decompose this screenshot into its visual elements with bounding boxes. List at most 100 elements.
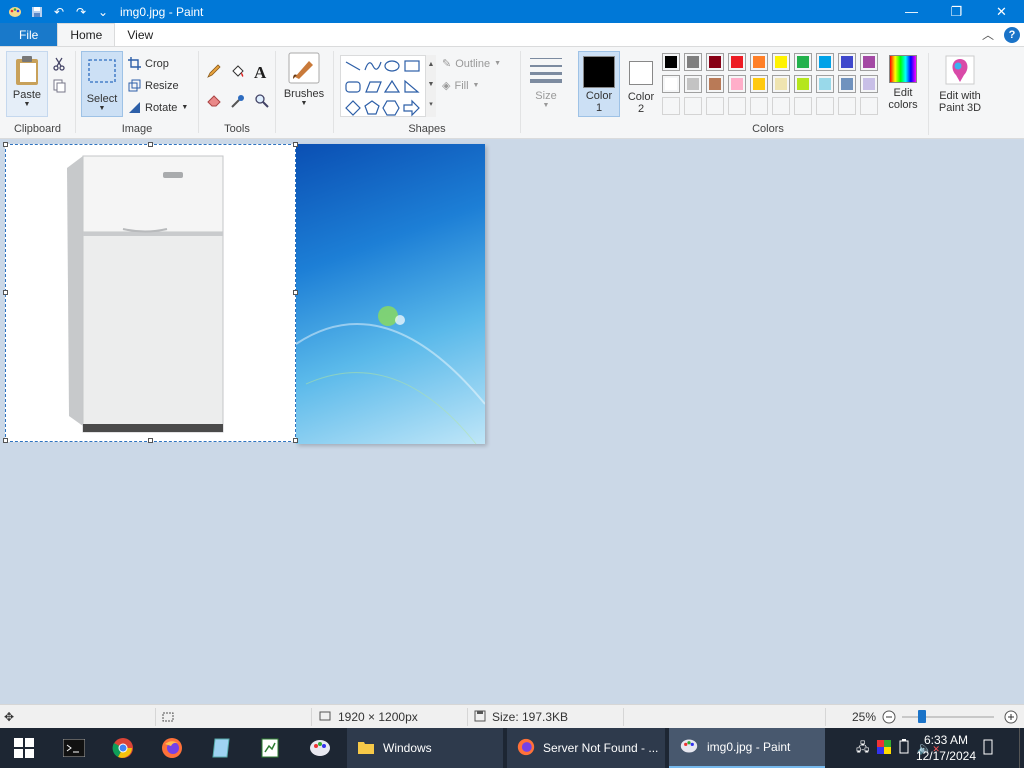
- resize-handle[interactable]: [148, 142, 153, 147]
- color2-button[interactable]: Color 2: [622, 51, 660, 117]
- custom-color-slot[interactable]: [662, 97, 680, 115]
- color-swatch[interactable]: [860, 75, 878, 93]
- resize-handle[interactable]: [293, 142, 298, 147]
- save-icon[interactable]: [26, 2, 48, 22]
- color-swatch[interactable]: [750, 53, 768, 71]
- taskbar-app-windows-explorer[interactable]: Windows: [347, 728, 503, 768]
- minimize-button[interactable]: —: [889, 0, 934, 23]
- select-button[interactable]: Select ▼: [81, 51, 123, 117]
- firefox-icon[interactable]: [148, 728, 196, 768]
- size-button[interactable]: Size ▼: [526, 51, 566, 115]
- color-swatch[interactable]: [860, 53, 878, 71]
- color-swatch[interactable]: [772, 53, 790, 71]
- color-swatch[interactable]: [838, 75, 856, 93]
- resize-handle[interactable]: [3, 142, 8, 147]
- zoom-slider-track[interactable]: [902, 716, 994, 718]
- color-swatch[interactable]: [772, 75, 790, 93]
- text-icon[interactable]: A: [254, 63, 266, 83]
- start-button[interactable]: [0, 728, 48, 768]
- color-swatch[interactable]: [728, 53, 746, 71]
- notepad-icon[interactable]: [197, 728, 245, 768]
- fill-bucket-icon[interactable]: [230, 63, 246, 79]
- magnifier-icon[interactable]: [254, 93, 270, 109]
- zoom-in-button[interactable]: [1004, 705, 1018, 729]
- customize-qa-icon[interactable]: ⌄: [92, 2, 114, 22]
- paste-button[interactable]: Paste ▼: [6, 51, 48, 117]
- color-swatch[interactable]: [728, 75, 746, 93]
- battery-icon[interactable]: [899, 739, 909, 757]
- taskbar-app-paint[interactable]: img0.jpg - Paint: [669, 728, 825, 768]
- color-swatch[interactable]: [706, 75, 724, 93]
- resize-button[interactable]: Resize: [128, 79, 179, 92]
- resize-handle[interactable]: [148, 438, 153, 443]
- color-swatch[interactable]: [838, 53, 856, 71]
- selection-rectangle[interactable]: [5, 144, 296, 442]
- canvas-area[interactable]: [0, 140, 1024, 704]
- custom-color-slot[interactable]: [772, 97, 790, 115]
- zoom-out-button[interactable]: [882, 705, 896, 729]
- custom-color-slot[interactable]: [750, 97, 768, 115]
- color1-button[interactable]: Color 1: [578, 51, 620, 117]
- collapse-ribbon-icon[interactable]: ︿: [982, 26, 994, 43]
- terminal-icon[interactable]: [50, 728, 98, 768]
- color-picker-icon[interactable]: [230, 93, 246, 109]
- network-icon[interactable]: 🖧: [856, 738, 869, 759]
- eraser-icon[interactable]: [206, 93, 222, 107]
- help-icon[interactable]: ?: [1004, 26, 1020, 43]
- crop-button[interactable]: Crop: [128, 57, 169, 70]
- colors-group: Color 1 Color 2 Edit colors Edit with Pa…: [574, 49, 1002, 137]
- custom-color-slot[interactable]: [816, 97, 834, 115]
- copy-icon[interactable]: [53, 79, 66, 93]
- chrome-icon[interactable]: [99, 728, 147, 768]
- resize-handle[interactable]: [3, 290, 8, 295]
- custom-color-slot[interactable]: [794, 97, 812, 115]
- clock[interactable]: 6:33 AM 12/17/2024: [916, 732, 976, 764]
- tab-view[interactable]: View: [115, 23, 165, 46]
- shapes-scrollbar[interactable]: ▲ ▼ ▾: [425, 55, 436, 117]
- title-bar: ↶ ↷ ⌄ img0.jpg - Paint — ❐ ✕: [0, 0, 1024, 23]
- resize-handle[interactable]: [293, 438, 298, 443]
- custom-color-slot[interactable]: [860, 97, 878, 115]
- pencil-icon[interactable]: [206, 63, 222, 79]
- tab-home[interactable]: Home: [57, 23, 116, 46]
- edit-with-paint3d-button[interactable]: Edit with Paint 3D: [930, 53, 990, 117]
- custom-color-slot[interactable]: [706, 97, 724, 115]
- undo-icon[interactable]: ↶: [48, 2, 70, 22]
- close-button[interactable]: ✕: [979, 0, 1024, 23]
- color-swatch[interactable]: [816, 53, 834, 71]
- brushes-button[interactable]: Brushes ▼: [281, 51, 327, 115]
- show-desktop-button[interactable]: [1019, 728, 1024, 768]
- custom-color-slot[interactable]: [728, 97, 746, 115]
- spreadsheet-icon[interactable]: [246, 728, 294, 768]
- color-swatch[interactable]: [816, 75, 834, 93]
- color-swatch[interactable]: [706, 53, 724, 71]
- size-label: Size: [535, 90, 557, 102]
- cut-icon[interactable]: [53, 57, 65, 71]
- color-swatch[interactable]: [662, 75, 680, 93]
- fill-button[interactable]: ◈ Fill ▼: [442, 79, 479, 93]
- tab-file[interactable]: File: [0, 23, 58, 46]
- custom-color-slot[interactable]: [838, 97, 856, 115]
- ribbon: Paste ▼ Clipboard Select ▼ Crop Resize R…: [0, 46, 1024, 139]
- color-app-tray-icon[interactable]: [877, 739, 892, 757]
- color-swatch[interactable]: [794, 75, 812, 93]
- shapes-gallery[interactable]: [340, 55, 436, 117]
- outline-button[interactable]: ✎ Outline ▼: [442, 57, 501, 71]
- color-swatch[interactable]: [684, 53, 702, 71]
- taskbar-app-firefox[interactable]: Server Not Found - ...: [507, 728, 665, 768]
- color-swatch[interactable]: [662, 53, 680, 71]
- file-size-text: Size: 197.3KB: [492, 710, 569, 724]
- color-swatch[interactable]: [794, 53, 812, 71]
- color-swatch[interactable]: [750, 75, 768, 93]
- resize-handle[interactable]: [3, 438, 8, 443]
- edit-colors-button[interactable]: Edit colors: [882, 53, 924, 117]
- notification-icon[interactable]: [982, 736, 994, 763]
- rotate-button[interactable]: Rotate ▼: [128, 101, 188, 114]
- paint-taskbar-icon[interactable]: [296, 728, 344, 768]
- resize-handle[interactable]: [293, 290, 298, 295]
- custom-color-slot[interactable]: [684, 97, 702, 115]
- zoom-slider-thumb[interactable]: [918, 710, 926, 723]
- color-swatch[interactable]: [684, 75, 702, 93]
- maximize-button[interactable]: ❐: [934, 0, 979, 23]
- redo-icon[interactable]: ↷: [70, 2, 92, 22]
